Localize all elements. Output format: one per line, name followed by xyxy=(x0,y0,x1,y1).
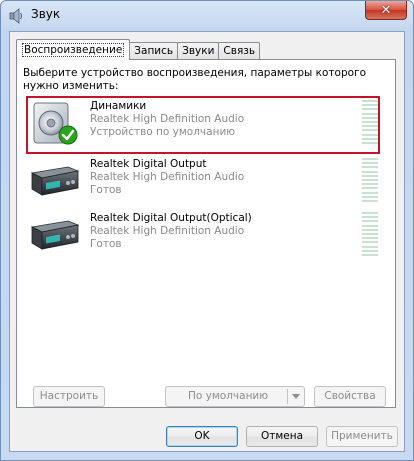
level-meter-segment xyxy=(362,237,378,240)
level-meter-segment xyxy=(362,216,378,219)
tab-playback-label: Воспроизведение xyxy=(22,43,125,57)
device-list: Динамики Realtek High Definition Audio У… xyxy=(26,96,380,262)
cancel-button[interactable]: Отмена xyxy=(246,426,318,447)
level-meter-segment xyxy=(362,162,378,165)
digital-output-icon xyxy=(30,166,80,196)
device-text-digital-output: Realtek Digital Output Realtek High Defi… xyxy=(90,158,244,197)
level-meter-segment xyxy=(362,129,378,132)
speaker-icon xyxy=(33,102,78,145)
level-meter-segment xyxy=(362,178,378,181)
instruction-text: Выберите устройство воспроизведения, пар… xyxy=(23,67,367,92)
device-text-speakers: Динамики Realtek High Definition Audio У… xyxy=(90,100,244,139)
properties-button[interactable]: Свойства xyxy=(314,386,386,407)
device-item-digital-output[interactable]: Realtek Digital Output Realtek High Defi… xyxy=(26,154,380,208)
apply-button-label: Применить xyxy=(331,430,393,442)
device-name: Realtek Digital Output(Optical) xyxy=(90,212,252,224)
level-meter-segment xyxy=(362,141,378,144)
tab-playback[interactable]: Воспроизведение xyxy=(16,39,131,60)
level-meter-segment xyxy=(362,191,378,194)
level-meter-segment xyxy=(362,253,378,256)
level-meter-segment xyxy=(362,232,378,235)
apply-button[interactable]: Применить xyxy=(326,426,398,447)
level-meter-segment xyxy=(362,212,378,214)
level-meter-segment xyxy=(362,112,378,115)
configure-button[interactable]: Настроить xyxy=(33,386,105,407)
level-meter-segment xyxy=(362,224,378,227)
level-meter-segment xyxy=(362,228,378,231)
level-meter-segment xyxy=(362,133,378,136)
level-meter-segment xyxy=(362,100,378,102)
speaker-app-icon xyxy=(9,8,22,24)
level-meter-segment xyxy=(362,187,378,190)
device-driver: Realtek High Definition Audio xyxy=(90,225,245,237)
device-status: Устройство по умолчанию xyxy=(90,126,236,138)
level-meter-segment xyxy=(362,137,378,140)
set-default-button[interactable]: По умолчанию xyxy=(165,386,305,407)
level-meter-segment xyxy=(362,166,378,169)
cancel-button-label: Отмена xyxy=(260,430,304,442)
level-meter-segment xyxy=(362,245,378,248)
level-meter-segment xyxy=(362,104,378,107)
level-meter-segment xyxy=(362,108,378,111)
dialog-client-area: Воспроизведение Запись Звуки Связь Выбер… xyxy=(9,31,405,452)
level-meter xyxy=(362,212,378,256)
window-title: Звук xyxy=(31,7,61,21)
default-device-check-icon xyxy=(58,125,78,145)
level-meter-segment xyxy=(362,199,378,202)
level-meter xyxy=(362,158,378,202)
tab-communications[interactable]: Связь xyxy=(218,42,261,60)
level-meter-segment xyxy=(362,241,378,244)
tab-strip: Воспроизведение Запись Звуки Связь xyxy=(16,39,261,60)
close-icon: ✕ xyxy=(380,2,392,18)
split-divider xyxy=(287,389,288,404)
level-meter-segment xyxy=(362,125,378,128)
device-status: Готов xyxy=(90,184,122,196)
level-meter-segment xyxy=(362,195,378,198)
ok-button-label: OK xyxy=(194,430,210,442)
set-default-button-label: По умолчанию xyxy=(188,390,269,402)
device-driver: Realtek High Definition Audio xyxy=(90,113,245,125)
device-name: Realtek Digital Output xyxy=(90,158,207,170)
level-meter-segment xyxy=(362,249,378,252)
ok-button[interactable]: OK xyxy=(166,426,238,447)
tab-sounds[interactable]: Звуки xyxy=(177,42,220,60)
level-meter-segment xyxy=(362,120,378,123)
level-meter-segment xyxy=(362,220,378,223)
level-meter-segment xyxy=(362,174,378,177)
level-meter xyxy=(362,100,378,144)
close-button[interactable]: ✕ xyxy=(365,1,407,20)
device-text-digital-output-optical: Realtek Digital Output(Optical) Realtek … xyxy=(90,212,252,251)
digital-output-optical-icon xyxy=(30,220,80,250)
playback-panel: Выберите устройство воспроизведения, пар… xyxy=(16,59,396,408)
tab-recording[interactable]: Запись xyxy=(129,42,179,60)
device-name: Динамики xyxy=(90,100,147,112)
properties-button-label: Свойства xyxy=(324,390,376,402)
chevron-down-icon[interactable] xyxy=(292,394,300,399)
configure-button-label: Настроить xyxy=(39,390,99,402)
device-driver: Realtek High Definition Audio xyxy=(90,171,245,183)
device-item-digital-output-optical[interactable]: Realtek Digital Output(Optical) Realtek … xyxy=(26,208,380,262)
level-meter-segment xyxy=(362,116,378,119)
device-status: Готов xyxy=(90,238,122,250)
sound-dialog-window: Звук ✕ Воспроизведение Запись Звуки Связ… xyxy=(0,0,414,461)
level-meter-segment xyxy=(362,183,378,186)
level-meter-segment xyxy=(362,158,378,160)
level-meter-segment xyxy=(362,170,378,173)
device-item-speakers[interactable]: Динамики Realtek High Definition Audio У… xyxy=(26,96,380,154)
title-bar[interactable]: Звук ✕ xyxy=(1,1,413,29)
